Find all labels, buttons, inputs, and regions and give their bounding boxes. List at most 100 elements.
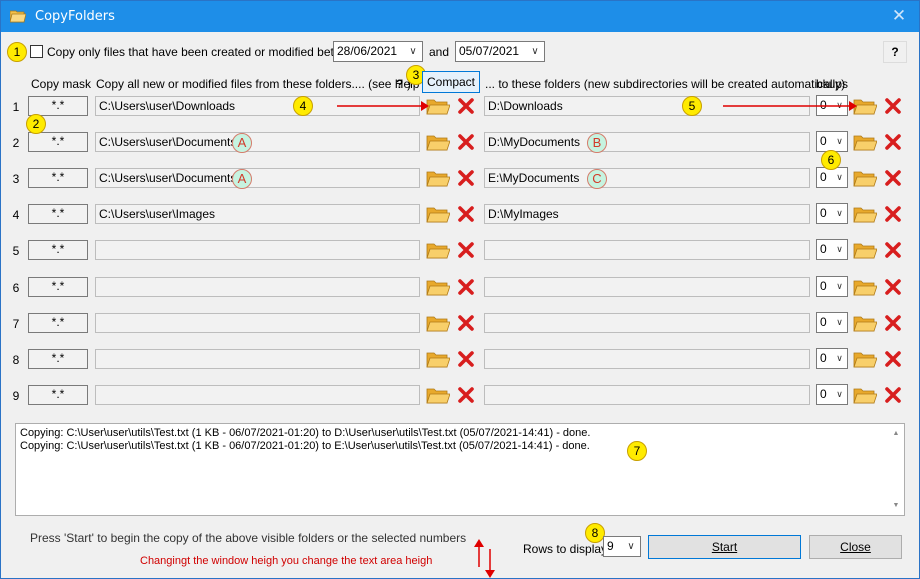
badge-1: 1 <box>7 42 27 62</box>
delete-x-icon[interactable] <box>456 385 476 405</box>
close-window-icon[interactable]: ✕ <box>889 6 909 26</box>
scroll-down-icon[interactable]: ▼ <box>891 499 901 512</box>
delete-x-icon[interactable] <box>456 313 476 333</box>
copyfolders-window: CopyFolders ✕ 1 Copy only files that hav… <box>0 0 920 579</box>
compact-button[interactable]: Compact <box>422 71 480 93</box>
dest-folder-input[interactable]: E:\MyDocuments <box>484 168 810 188</box>
help-button[interactable]: ? <box>883 41 907 63</box>
backups-select[interactable]: 0 ∨ <box>816 348 848 369</box>
dest-folder-input[interactable] <box>484 240 810 260</box>
folder-icon[interactable] <box>853 132 878 152</box>
delete-x-icon[interactable] <box>883 132 903 152</box>
date-to-value: 05/07/2021 <box>459 44 520 58</box>
copy-mask-input[interactable]: *.* <box>28 204 88 224</box>
delete-x-icon[interactable] <box>883 349 903 369</box>
date-filter-label: Copy only files that have been created o… <box>47 45 363 59</box>
dest-folder-input[interactable] <box>484 349 810 369</box>
copy-mask-input[interactable]: *.* <box>28 277 88 297</box>
row-number: 7 <box>12 317 20 331</box>
delete-x-icon[interactable] <box>456 132 476 152</box>
backups-select[interactable]: 0 ∨ <box>816 203 848 224</box>
backups-select[interactable]: 0 ∨ <box>816 276 848 297</box>
badge-6: 6 <box>821 150 841 170</box>
delete-x-icon[interactable] <box>456 349 476 369</box>
delete-x-icon[interactable] <box>456 96 476 116</box>
dest-folder-input[interactable]: D:\MyImages <box>484 204 810 224</box>
log-text-area[interactable]: Copying: C:\User\user\utils\Test.txt (1 … <box>15 423 905 516</box>
folder-icon[interactable] <box>853 349 878 369</box>
folder-icon[interactable] <box>426 96 451 116</box>
dest-folder-input[interactable] <box>484 385 810 405</box>
folder-icon[interactable] <box>426 240 451 260</box>
folder-icon[interactable] <box>426 385 451 405</box>
start-button[interactable]: Start <box>648 535 801 559</box>
source-folder-input[interactable]: C:\Users\user\Documents <box>95 132 420 152</box>
backups-select[interactable]: 0 ∨ <box>816 167 848 188</box>
dest-folder-input[interactable] <box>484 313 810 333</box>
source-header: Copy all new or modified files from thes… <box>96 77 433 91</box>
backups-select[interactable]: 0 ∨ <box>816 131 848 152</box>
backups-select[interactable]: 0 ∨ <box>816 239 848 260</box>
backups-value: 0 <box>820 387 827 401</box>
source-folder-input[interactable] <box>95 349 420 369</box>
folder-icon[interactable] <box>853 313 878 333</box>
source-folder-input[interactable]: C:\Users\user\Documents <box>95 168 420 188</box>
row-number: 8 <box>12 353 20 367</box>
chevron-down-icon: ∨ <box>836 172 843 182</box>
delete-x-icon[interactable] <box>883 96 903 116</box>
delete-x-icon[interactable] <box>883 385 903 405</box>
folder-icon[interactable] <box>426 132 451 152</box>
date-to-picker[interactable]: 05/07/2021 ∨ <box>455 41 545 62</box>
copy-mask-input[interactable]: *.* <box>28 240 88 260</box>
backups-value: 0 <box>820 315 827 329</box>
scroll-up-icon[interactable]: ▲ <box>891 427 901 440</box>
delete-x-icon[interactable] <box>883 204 903 224</box>
source-folder-input[interactable] <box>95 277 420 297</box>
rows-to-display-label: Rows to display: <box>523 542 611 556</box>
delete-x-icon[interactable] <box>883 240 903 260</box>
delete-x-icon[interactable] <box>456 168 476 188</box>
rows-to-display-select[interactable]: 9 ∨ <box>603 536 641 557</box>
copy-mask-input[interactable]: *.* <box>28 96 88 116</box>
chevron-down-icon: ∨ <box>836 317 843 327</box>
folder-icon[interactable] <box>853 204 878 224</box>
source-folder-input[interactable]: C:\Users\user\Images <box>95 204 420 224</box>
title-bar[interactable]: CopyFolders ✕ <box>1 1 919 32</box>
date-filter-checkbox[interactable] <box>30 45 43 58</box>
copy-mask-input[interactable]: *.* <box>28 313 88 333</box>
backups-select[interactable]: 0 ∨ <box>816 384 848 405</box>
folder-icon[interactable] <box>426 168 451 188</box>
close-button-label: Close <box>840 540 871 554</box>
delete-x-icon[interactable] <box>456 204 476 224</box>
folder-icon[interactable] <box>853 385 878 405</box>
start-hint: Press 'Start' to begin the copy of the a… <box>30 531 467 545</box>
copy-mask-input[interactable]: *.* <box>28 168 88 188</box>
chevron-down-icon: ∨ <box>836 281 843 291</box>
folder-icon[interactable] <box>426 313 451 333</box>
and-label: and <box>429 45 450 59</box>
folder-icon[interactable] <box>426 277 451 297</box>
delete-x-icon[interactable] <box>883 168 903 188</box>
folder-icon[interactable] <box>426 349 451 369</box>
window-title: CopyFolders <box>35 9 115 24</box>
backups-select[interactable]: 0 ∨ <box>816 312 848 333</box>
folder-icon[interactable] <box>426 204 451 224</box>
source-folder-input[interactable] <box>95 240 420 260</box>
folder-icon[interactable] <box>853 240 878 260</box>
copy-mask-input[interactable]: *.* <box>28 385 88 405</box>
folder-icon[interactable] <box>853 277 878 297</box>
copy-mask-input[interactable]: *.* <box>28 132 88 152</box>
source-folder-input[interactable] <box>95 313 420 333</box>
dest-folder-input[interactable]: D:\MyDocuments <box>484 132 810 152</box>
delete-x-icon[interactable] <box>883 277 903 297</box>
copy-mask-input[interactable]: *.* <box>28 349 88 369</box>
folder-icon[interactable] <box>853 168 878 188</box>
date-from-picker[interactable]: 28/06/2021 ∨ <box>333 41 423 62</box>
source-folder-input[interactable] <box>95 385 420 405</box>
delete-x-icon[interactable] <box>883 313 903 333</box>
delete-x-icon[interactable] <box>456 277 476 297</box>
backups-value: 0 <box>820 351 827 365</box>
dest-folder-input[interactable] <box>484 277 810 297</box>
delete-x-icon[interactable] <box>456 240 476 260</box>
close-button[interactable]: Close <box>809 535 902 559</box>
